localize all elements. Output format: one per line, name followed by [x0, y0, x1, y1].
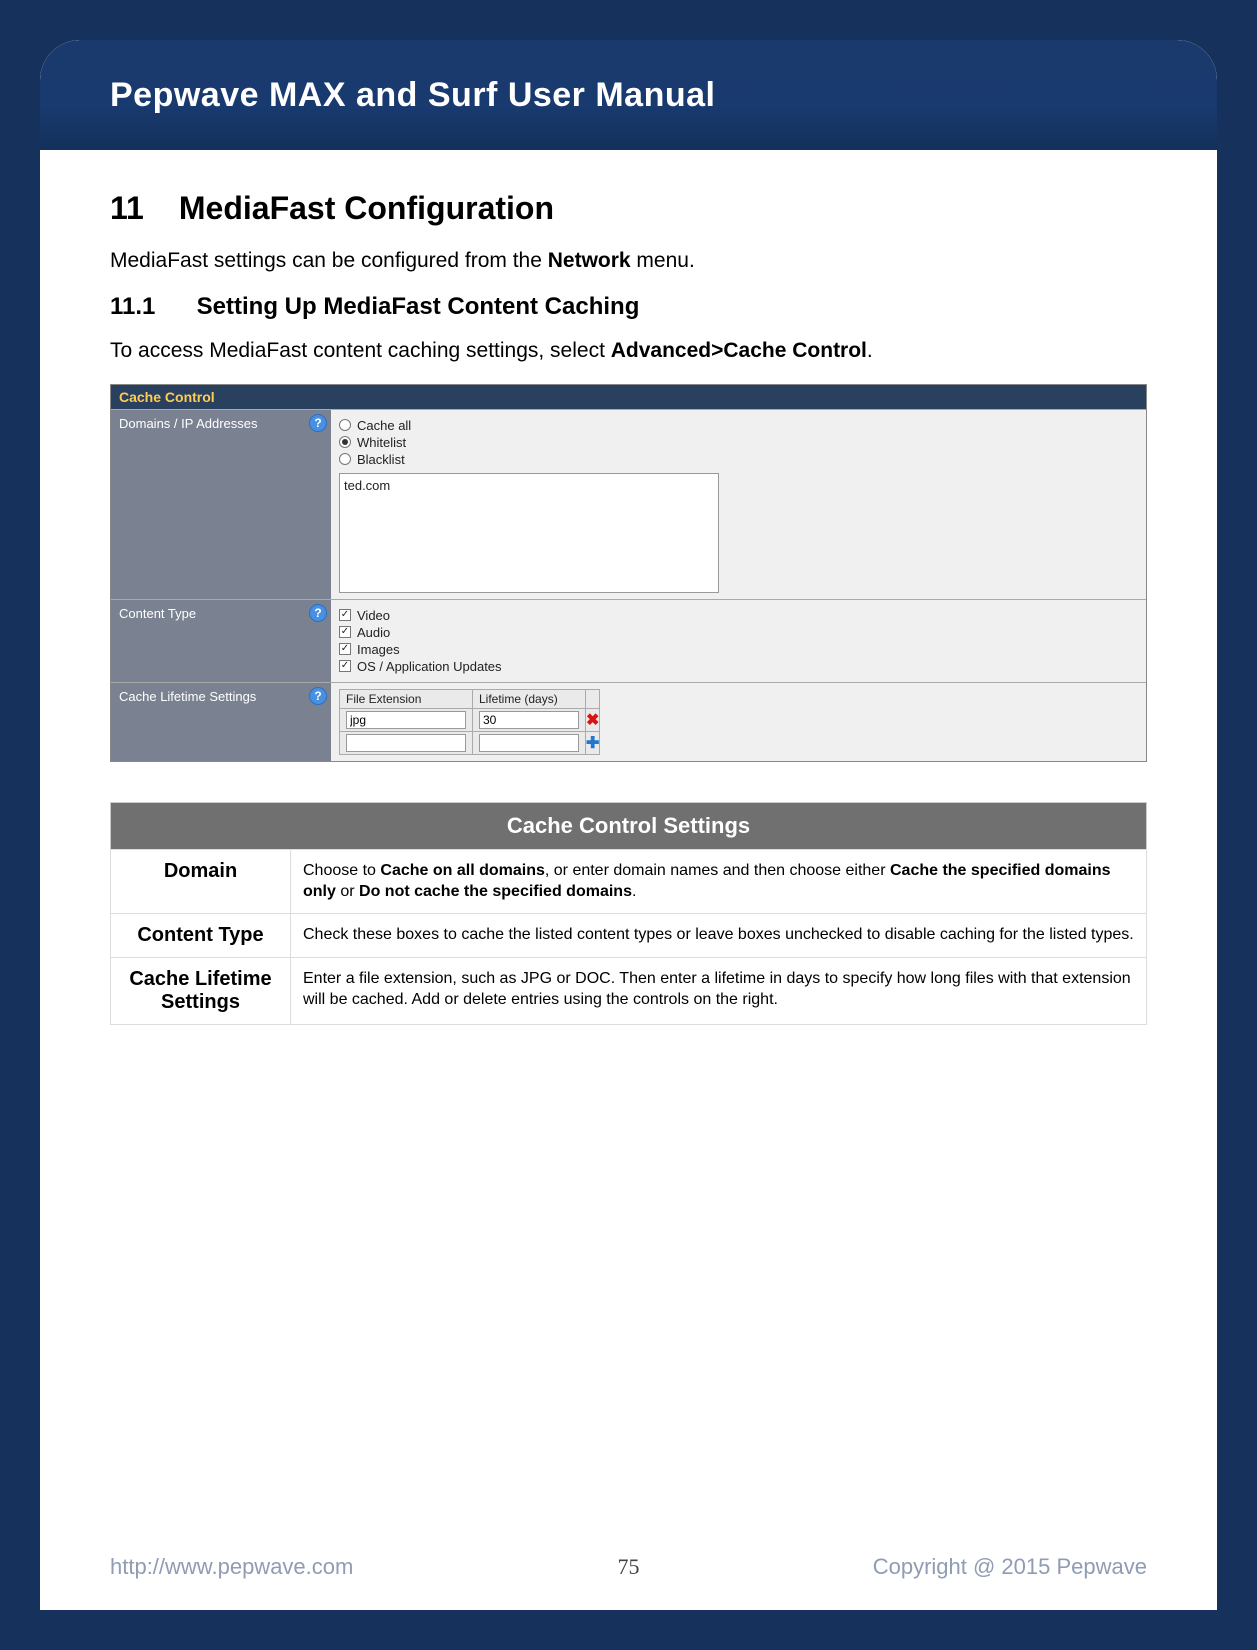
label-content-type-text: Content Type: [119, 606, 196, 621]
label-domains-text: Domains / IP Addresses: [119, 416, 258, 431]
ext-input[interactable]: [346, 734, 466, 752]
section-heading: 11 MediaFast Configuration: [110, 190, 1147, 227]
label-lifetime: Cache Lifetime Settings ?: [111, 683, 331, 761]
manual-title: Pepwave MAX and Surf User Manual: [110, 76, 716, 115]
label-lifetime-text: Cache Lifetime Settings: [119, 689, 256, 704]
page-number: 75: [110, 1554, 1147, 1580]
radio-icon: [339, 419, 351, 431]
subsection-title: Setting Up MediaFast Content Caching: [197, 293, 640, 320]
domains-textarea[interactable]: ted.com: [339, 473, 719, 593]
ext-input[interactable]: [346, 711, 466, 729]
section-intro: MediaFast settings can be configured fro…: [110, 247, 1147, 275]
section-intro-pre: MediaFast settings can be configured fro…: [110, 249, 548, 272]
checkbox-label: OS / Application Updates: [357, 659, 502, 674]
col-action: [586, 689, 600, 708]
section-intro-post: menu.: [631, 249, 695, 272]
col-days: Lifetime (days): [473, 689, 586, 708]
subsection-lead-post: .: [867, 339, 873, 362]
days-input[interactable]: [479, 734, 579, 752]
checkbox-icon: [339, 626, 351, 638]
radio-icon: [339, 453, 351, 465]
checkbox-icon: [339, 660, 351, 672]
description-table: Cache Control Settings Domain Choose to …: [110, 802, 1147, 1025]
radio-blacklist[interactable]: Blacklist: [339, 452, 1138, 467]
row-lifetime: Cache Lifetime Settings ? File Extension…: [111, 682, 1146, 761]
section-intro-bold: Network: [548, 249, 631, 272]
page: Pepwave MAX and Surf User Manual 11 Medi…: [40, 40, 1217, 1610]
radio-icon: [339, 436, 351, 448]
checkbox-audio[interactable]: Audio: [339, 625, 1138, 640]
value-content-type: Video Audio Images OS / Application Upda…: [331, 600, 1146, 682]
section-number: 11: [110, 190, 170, 227]
add-row-icon[interactable]: ✚: [586, 735, 599, 752]
checkbox-label: Images: [357, 642, 400, 657]
panel-title: Cache Control: [111, 385, 1146, 409]
value-domains: Cache all Whitelist Blacklist ted.com: [331, 410, 1146, 599]
radio-label-cache-all: Cache all: [357, 418, 411, 433]
checkbox-icon: [339, 643, 351, 655]
radio-label-blacklist: Blacklist: [357, 452, 405, 467]
days-input[interactable]: [479, 711, 579, 729]
subsection-heading: 11.1 Setting Up MediaFast Content Cachin…: [110, 293, 1147, 321]
radio-label-whitelist: Whitelist: [357, 435, 406, 450]
checkbox-icon: [339, 609, 351, 621]
lifetime-table: File Extension Lifetime (days) ✖: [339, 689, 600, 755]
row-domains: Domains / IP Addresses ? Cache all White…: [111, 409, 1146, 599]
value-lifetime: File Extension Lifetime (days) ✖: [331, 683, 1146, 761]
desc-key: Content Type: [111, 913, 291, 957]
desc-title: Cache Control Settings: [111, 802, 1147, 849]
subsection-lead: To access MediaFast content caching sett…: [110, 337, 1147, 365]
desc-val: Check these boxes to cache the listed co…: [291, 913, 1147, 957]
checkbox-images[interactable]: Images: [339, 642, 1138, 657]
lifetime-row: ✖: [340, 708, 600, 731]
desc-key: Cache Lifetime Settings: [111, 957, 291, 1024]
delete-row-icon[interactable]: ✖: [586, 712, 599, 729]
subsection-number: 11.1: [110, 293, 190, 321]
help-icon[interactable]: ?: [309, 604, 327, 622]
label-content-type: Content Type ?: [111, 600, 331, 682]
content-area: 11 MediaFast Configuration MediaFast set…: [40, 150, 1217, 1025]
help-icon[interactable]: ?: [309, 414, 327, 432]
subsection-lead-bold: Advanced>Cache Control: [611, 339, 867, 362]
footer: http://www.pepwave.com 75 Copyright @ 20…: [110, 1554, 1147, 1580]
radio-whitelist[interactable]: Whitelist: [339, 435, 1138, 450]
desc-val: Enter a file extension, such as JPG or D…: [291, 957, 1147, 1024]
help-icon[interactable]: ?: [309, 687, 327, 705]
section-title: MediaFast Configuration: [179, 190, 554, 226]
checkbox-label: Video: [357, 608, 390, 623]
checkbox-label: Audio: [357, 625, 390, 640]
header-band: Pepwave MAX and Surf User Manual: [40, 40, 1217, 150]
desc-row-lifetime: Cache Lifetime Settings Enter a file ext…: [111, 957, 1147, 1024]
checkbox-video[interactable]: Video: [339, 608, 1138, 623]
cache-control-panel: Cache Control Domains / IP Addresses ? C…: [110, 384, 1147, 762]
checkbox-os-updates[interactable]: OS / Application Updates: [339, 659, 1138, 674]
subsection-lead-pre: To access MediaFast content caching sett…: [110, 339, 611, 362]
lifetime-row: ✚: [340, 731, 600, 754]
col-ext: File Extension: [340, 689, 473, 708]
label-domains: Domains / IP Addresses ?: [111, 410, 331, 599]
radio-cache-all[interactable]: Cache all: [339, 418, 1138, 433]
row-content-type: Content Type ? Video Audio Images: [111, 599, 1146, 682]
desc-val: Choose to Cache on all domains, or enter…: [291, 849, 1147, 913]
desc-row-domain: Domain Choose to Cache on all domains, o…: [111, 849, 1147, 913]
desc-key: Domain: [111, 849, 291, 913]
desc-row-content-type: Content Type Check these boxes to cache …: [111, 913, 1147, 957]
